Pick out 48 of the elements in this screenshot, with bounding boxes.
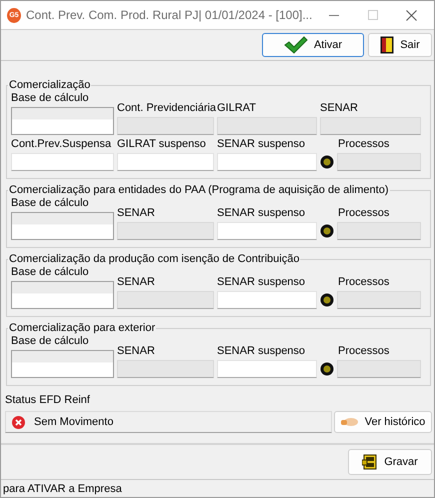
field-label: SENAR suspenso — [217, 276, 306, 289]
group-title: Comercialização — [8, 79, 92, 92]
close-icon[interactable] — [406, 10, 417, 20]
check-icon — [284, 36, 308, 54]
lookup-icon[interactable] — [320, 224, 334, 238]
lookup-icon[interactable] — [320, 155, 334, 169]
input-field[interactable] — [11, 281, 114, 309]
maximize-icon[interactable] — [368, 10, 378, 20]
cabinet-icon — [362, 454, 378, 470]
minimize-icon[interactable] — [329, 14, 340, 16]
field-label: SENAR — [117, 345, 156, 358]
field-label: Base de cálculo — [11, 266, 90, 279]
group-title: Comercialização da produção com isenção de Contribuição — [8, 253, 300, 266]
status-bar-text: para ATIVAR a Empresa — [2, 482, 123, 497]
history-button[interactable]: Ver histórico — [334, 411, 432, 433]
field-label: GILRAT — [217, 102, 257, 115]
lookup-icon[interactable] — [320, 362, 334, 376]
field-label: Base de cálculo — [11, 335, 90, 348]
status-text: Sem Movimento — [34, 416, 114, 428]
group-title: Comercialização para entidades do PAA (Programa de aquisição de alimento) — [8, 184, 390, 197]
activate-button[interactable]: Ativar — [262, 33, 364, 57]
field-label: Cont.Prev.Suspensa — [11, 138, 112, 151]
window-title: Cont. Prev. Com. Prod. Rural PJ| 01/01/2024 - [100]... — [26, 8, 312, 22]
field-label: Processos — [338, 207, 390, 220]
field-label: Base de cálculo — [11, 92, 90, 105]
input-field[interactable] — [11, 212, 114, 240]
field-label: SENAR suspenso — [217, 207, 306, 220]
field-label: SENAR — [117, 207, 156, 220]
field-label: SENAR — [117, 276, 156, 289]
exit-button[interactable]: Sair — [368, 33, 432, 57]
input-field[interactable] — [11, 350, 114, 378]
field-label: SENAR suspenso — [217, 138, 306, 151]
field-label: SENAR — [320, 102, 359, 115]
field-label: Processos — [338, 138, 390, 151]
status-label: Status EFD Reinf — [5, 394, 91, 407]
field-label: SENAR suspenso — [217, 345, 306, 358]
field-label: Processos — [338, 276, 390, 289]
error-icon — [12, 416, 25, 428]
input-field[interactable] — [11, 107, 114, 135]
door-icon — [380, 36, 394, 54]
field-label: Base de cálculo — [11, 197, 90, 210]
save-button[interactable]: Gravar — [348, 449, 432, 475]
group-title: Comercialização para exterior — [8, 322, 156, 335]
hand-icon — [340, 417, 359, 427]
field-label: Processos — [338, 345, 390, 358]
lookup-icon[interactable] — [320, 293, 334, 307]
field-label: GILRAT suspenso — [117, 138, 207, 151]
field-label: Cont. Previdenciária — [117, 102, 214, 115]
